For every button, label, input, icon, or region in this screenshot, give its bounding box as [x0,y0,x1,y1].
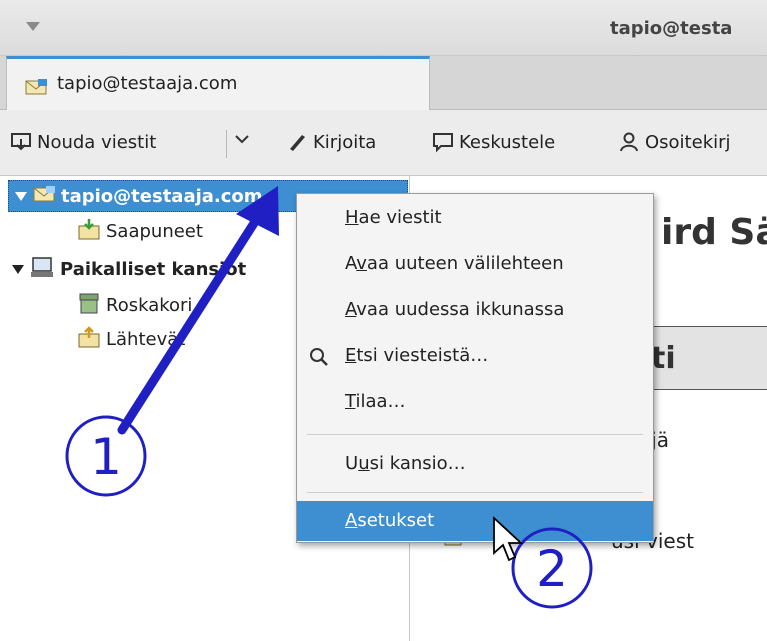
write-label: Kirjoita [313,131,377,153]
outbox-icon [78,325,100,353]
address-book-button[interactable]: Osoitekirj [618,131,731,153]
menu-separator [307,434,643,435]
contacts-icon [620,132,638,152]
page-heading: ird Sä [661,212,767,253]
chat-label: Keskustele [459,131,556,153]
get-messages-dropdown[interactable] [234,131,255,147]
envelope-icon [25,79,47,100]
account-envelope-icon [33,185,55,207]
download-icon [11,133,31,151]
folder-outbox-label: Lähtevät [106,328,186,350]
write-button[interactable]: Kirjoita [286,131,376,153]
tab-account[interactable]: tapio@testaaja.com [6,56,430,110]
address-book-label: Osoitekirj [645,131,731,153]
title-bar: tapio@testa [0,0,767,56]
menu-item-open-new-tab[interactable]: Avaa uuteen välilehteen [297,244,653,284]
section-header-label: ti [651,341,676,376]
window-menu-icon[interactable] [26,22,40,31]
menu-item-subscribe[interactable]: Tilaa… [297,382,653,422]
chat-button[interactable]: Keskustele [432,131,555,153]
folder-inbox-label: Saapuneet [106,220,203,242]
menu-separator [307,492,643,493]
folder-trash[interactable]: Roskakori [78,292,192,318]
context-menu: Hae viestit Avaa uuteen välilehteen Avaa… [296,193,654,543]
toolbar-separator [226,130,227,158]
tab-label: tapio@testaaja.com [57,73,238,94]
folder-account-label: tapio@testaaja.com [61,185,263,207]
search-icon [309,347,329,372]
tab-strip: tapio@testaaja.com [0,56,767,110]
pencil-icon [290,135,305,151]
computer-icon [30,256,54,283]
folder-outbox[interactable]: Lähtevät [78,325,186,353]
folder-trash-label: Roskakori [106,294,193,316]
folder-inbox[interactable]: Saapuneet [78,218,203,244]
chat-icon [433,133,453,153]
trash-icon [78,292,100,319]
menu-item-settings[interactable]: Asetukset [297,501,653,541]
menu-item-open-new-window[interactable]: Avaa uudessa ikkunassa [297,290,653,330]
menu-item-search-messages[interactable]: Etsi viesteistä… [297,336,653,376]
menu-item-new-folder[interactable]: Uusi kansio… [297,444,653,484]
twisty-expanded-icon[interactable] [15,191,27,201]
chevron-down-icon [235,135,249,144]
folder-local-label: Paikalliset kansiot [60,258,247,280]
inbox-icon [78,218,100,245]
menu-item-get-messages[interactable]: Hae viestit [297,198,653,238]
window-title: tapio@testa [610,18,733,39]
twisty-expanded-icon[interactable] [12,264,24,274]
get-messages-label: Nouda viestit [37,131,157,153]
folder-local[interactable]: Paikalliset kansiot [12,256,246,282]
toolbar: Nouda viestit Kirjoita Keskustele Osoite… [0,110,767,176]
get-messages-button[interactable]: Nouda viestit [10,131,156,153]
